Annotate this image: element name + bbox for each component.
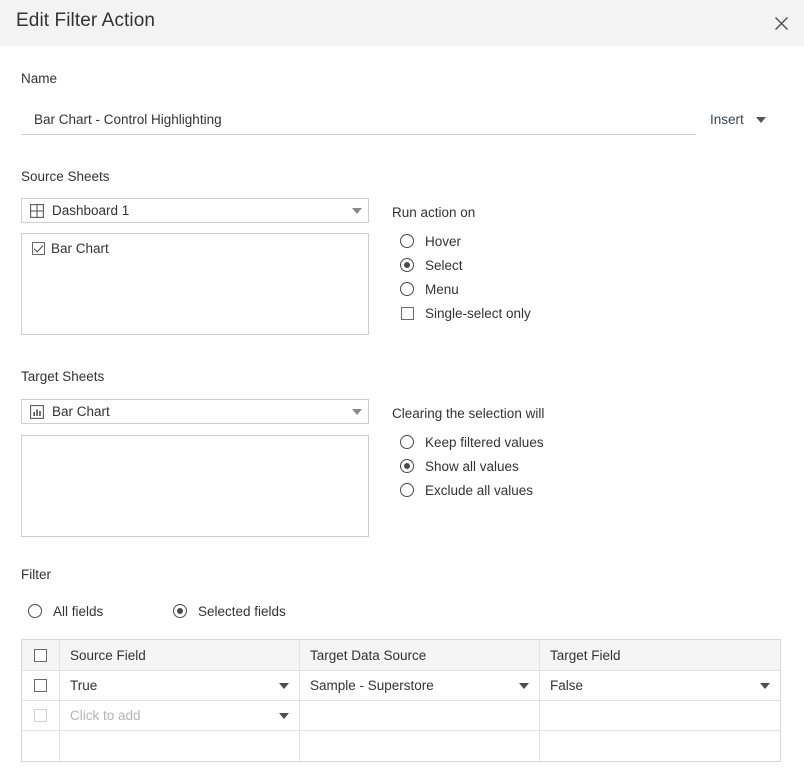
radio-label: Keep filtered values (425, 434, 544, 450)
source-sheet-checkbox[interactable] (32, 242, 45, 255)
column-header-target-field[interactable]: Target Field (540, 640, 780, 670)
radio-icon (28, 604, 42, 618)
cell-source-field[interactable]: True (60, 671, 300, 700)
target-sheets-dropdown-value: Bar Chart (52, 404, 110, 419)
row-checkbox[interactable] (34, 679, 47, 692)
radio-label: Select (425, 257, 463, 273)
filter-section-label: Filter (21, 567, 51, 582)
source-sheets-list[interactable]: Bar Chart (21, 233, 369, 335)
chevron-down-icon (760, 682, 770, 689)
dashboard-grid-icon (22, 203, 52, 218)
cell-target-data-source-value: Sample - Superstore (310, 678, 434, 693)
radio-run-action-hover[interactable]: Hover (400, 229, 531, 253)
table-row: True Sample - Superstore False (22, 671, 780, 701)
source-sheets-dropdown[interactable]: Dashboard 1 (21, 198, 369, 223)
radio-icon-selected (173, 604, 187, 618)
chevron-down-icon (346, 408, 368, 415)
worksheet-bar-icon (22, 404, 52, 419)
checkbox-label: Single-select only (425, 305, 531, 321)
column-header-source-field[interactable]: Source Field (60, 640, 300, 670)
cell-target-field-empty (540, 701, 780, 730)
cell-target-field-empty (540, 731, 780, 761)
target-sheets-label: Target Sheets (21, 369, 105, 384)
radio-icon-selected (400, 258, 414, 272)
target-sheets-list[interactable] (21, 435, 369, 537)
column-header-target-data-source[interactable]: Target Data Source (300, 640, 540, 670)
row-checkbox-cell-empty (22, 731, 60, 761)
chevron-down-icon (346, 207, 368, 214)
cell-target-data-source-empty (300, 731, 540, 761)
dialog-titlebar: Edit Filter Action (0, 0, 804, 46)
dialog-title: Edit Filter Action (16, 10, 156, 31)
radio-label: Show all values (425, 458, 519, 474)
source-sheets-dropdown-value: Dashboard 1 (52, 203, 130, 218)
cell-source-field-value: True (70, 678, 98, 693)
cell-target-data-source[interactable]: Sample - Superstore (300, 671, 540, 700)
clearing-selection-group: Keep filtered values Show all values Exc… (400, 430, 544, 502)
filter-mode-group: All fields Selected fields (28, 599, 286, 623)
radio-label: Selected fields (198, 603, 286, 619)
radio-icon (400, 483, 414, 497)
close-icon[interactable] (766, 8, 796, 38)
row-checkbox-cell[interactable] (22, 671, 60, 700)
chevron-down-icon (755, 116, 766, 123)
table-row-add: Click to add (22, 701, 780, 731)
radio-exclude-all-values[interactable]: Exclude all values (400, 478, 544, 502)
cell-target-field[interactable]: False (540, 671, 780, 700)
checkbox-icon (401, 306, 414, 320)
checkbox-single-select-only[interactable]: Single-select only (400, 301, 531, 325)
cell-source-field-empty (60, 731, 300, 761)
chevron-down-icon (279, 712, 289, 719)
cell-target-data-source-empty (300, 701, 540, 730)
radio-icon-selected (400, 459, 414, 473)
radio-label: All fields (53, 603, 104, 619)
target-sheets-dropdown[interactable]: Bar Chart (21, 399, 369, 424)
insert-button[interactable]: Insert (710, 112, 766, 127)
clearing-selection-label: Clearing the selection will (392, 406, 545, 421)
radio-icon (400, 435, 414, 449)
cell-click-to-add-label: Click to add (70, 708, 141, 723)
list-item[interactable]: Bar Chart (22, 240, 368, 257)
radio-show-all-values[interactable]: Show all values (400, 454, 544, 478)
chevron-down-icon (519, 682, 529, 689)
row-checkbox-cell (22, 701, 60, 730)
radio-run-action-menu[interactable]: Menu (400, 277, 531, 301)
radio-label: Exclude all values (425, 482, 534, 498)
radio-keep-filtered-values[interactable]: Keep filtered values (400, 430, 544, 454)
radio-run-action-select[interactable]: Select (400, 253, 531, 277)
filter-fields-table: Source Field Target Data Source Target F… (21, 639, 781, 762)
table-header-checkbox-cell[interactable] (22, 640, 60, 670)
name-section-label: Name (21, 71, 58, 86)
action-name-input[interactable] (21, 107, 696, 135)
source-sheets-label: Source Sheets (21, 169, 110, 184)
radio-selected-fields[interactable]: Selected fields (173, 599, 286, 623)
radio-icon (400, 234, 414, 248)
radio-all-fields[interactable]: All fields (28, 599, 173, 623)
source-sheet-label: Bar Chart (51, 241, 109, 256)
cell-target-field-value: False (550, 678, 584, 693)
select-all-checkbox[interactable] (34, 648, 47, 662)
run-action-on-group: Hover Select Menu Single-select only (400, 229, 531, 325)
radio-label: Menu (425, 281, 459, 297)
insert-button-label: Insert (710, 112, 744, 127)
radio-icon (400, 282, 414, 296)
table-row-empty (22, 731, 780, 761)
radio-label: Hover (425, 233, 462, 249)
row-checkbox-disabled (34, 709, 47, 722)
run-action-on-label: Run action on (392, 205, 476, 220)
table-header-row: Source Field Target Data Source Target F… (22, 640, 780, 671)
chevron-down-icon (279, 682, 289, 689)
cell-click-to-add[interactable]: Click to add (60, 701, 300, 730)
